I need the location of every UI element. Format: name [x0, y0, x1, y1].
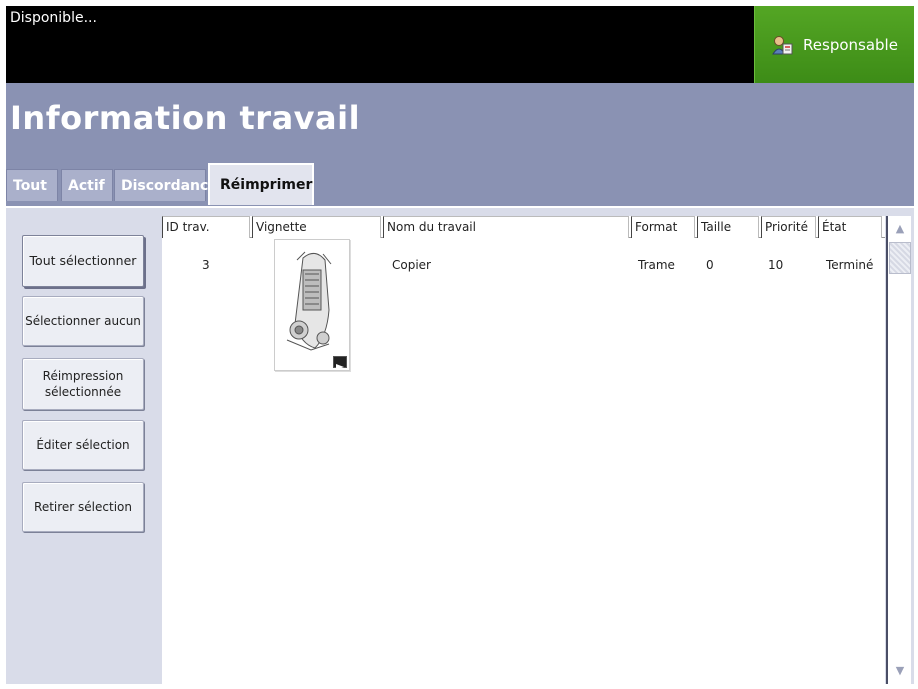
vertical-scrollbar[interactable]: ▲ ▼	[886, 216, 911, 684]
tab-actif[interactable]: Actif	[61, 169, 113, 201]
expand-icon[interactable]	[333, 356, 347, 370]
responsible-label: Responsable	[803, 35, 898, 54]
content-panel: Tout sélectionner Sélectionner aucun Réi…	[6, 206, 914, 684]
remove-selection-button[interactable]: Retirer sélection	[22, 482, 144, 532]
cell-priority: 10	[768, 258, 784, 272]
column-header-size[interactable]: Taille	[697, 216, 759, 238]
edit-selection-button[interactable]: Éditer sélection	[22, 420, 144, 470]
column-header-priority[interactable]: Priorité	[761, 216, 816, 238]
tab-tout[interactable]: Tout	[6, 169, 58, 201]
column-header-state[interactable]: État	[818, 216, 882, 238]
scroll-down-icon[interactable]: ▼	[891, 662, 909, 680]
user-icon	[772, 35, 793, 54]
tab-discordance[interactable]: Discordance	[114, 169, 218, 201]
column-header-name[interactable]: Nom du travail	[383, 216, 629, 238]
table-header: ID trav. Vignette Nom du travail Format …	[162, 216, 885, 238]
reprint-label-line1: Réimpression	[42, 369, 124, 383]
column-header-id[interactable]: ID trav.	[162, 216, 250, 238]
cell-size: 0	[706, 258, 714, 272]
reprint-label-line2: sélectionnée	[44, 385, 122, 399]
column-header-format[interactable]: Format	[631, 216, 695, 238]
page-title: Information travail	[10, 99, 361, 137]
scrollbar-thumb[interactable]	[889, 242, 911, 274]
status-text: Disponible...	[10, 10, 97, 26]
column-header-thumbnail[interactable]: Vignette	[252, 216, 381, 238]
cell-id: 3	[202, 258, 210, 272]
reprint-selected-button[interactable]: Réimpression sélectionnée	[22, 358, 144, 410]
responsible-button[interactable]: Responsable	[754, 6, 914, 83]
select-none-button[interactable]: Sélectionner aucun	[22, 296, 144, 346]
tab-reimprimer[interactable]: Réimprimer	[208, 163, 314, 205]
cell-format: Trame	[638, 258, 675, 272]
select-all-button[interactable]: Tout sélectionner	[22, 235, 144, 287]
jobs-table: ID trav. Vignette Nom du travail Format …	[162, 216, 885, 684]
cell-name: Copier	[392, 258, 431, 272]
car-image-icon	[286, 251, 332, 351]
page-header: Information travail Tout Actif Discordan…	[6, 83, 914, 208]
status-bar: Disponible... Responsable	[6, 6, 914, 83]
screen: Disponible... Responsable Information tr…	[6, 6, 914, 684]
job-thumbnail[interactable]	[274, 239, 350, 371]
scroll-up-icon[interactable]: ▲	[891, 220, 909, 238]
cell-state: Terminé	[826, 258, 874, 272]
